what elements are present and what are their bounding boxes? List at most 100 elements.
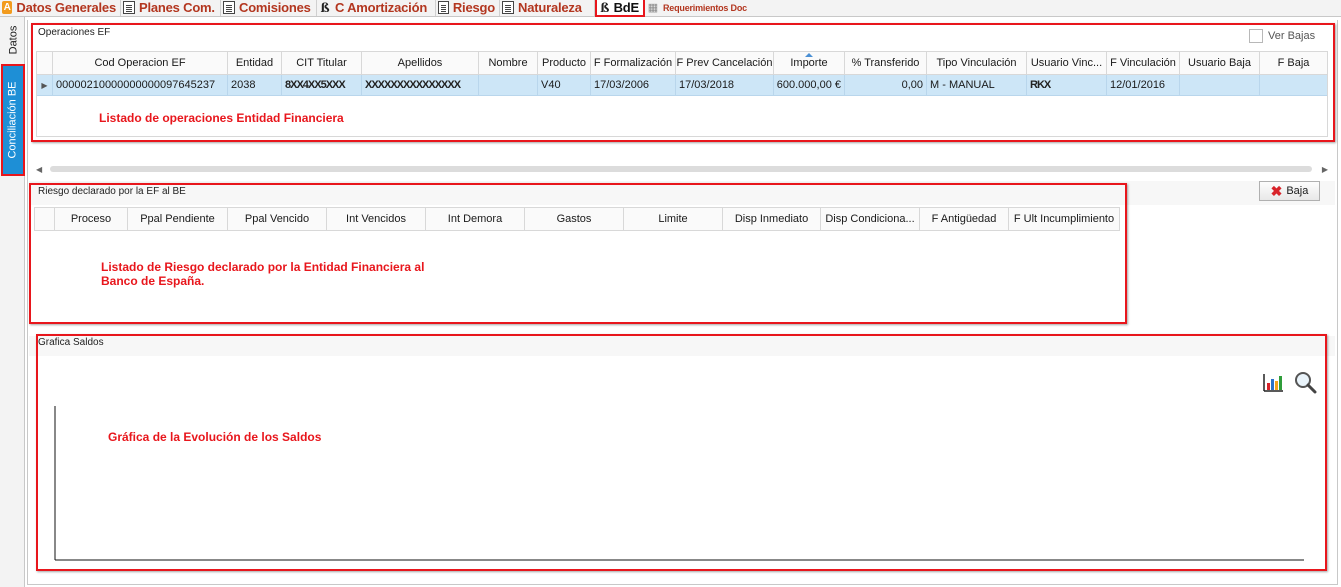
riesgo-grid: Proceso Ppal Pendiente Ppal Vencido Int … [34, 207, 1120, 231]
grafica-annotation: Gráfica de la Evolución de los Saldos [108, 430, 322, 444]
scroll-right-icon[interactable]: ▶ [1322, 165, 1328, 174]
column-header[interactable]: Apellidos [362, 52, 479, 74]
tab-comisiones[interactable]: Comisiones [221, 0, 317, 16]
scrollbar-thumb[interactable] [50, 166, 1312, 172]
column-header[interactable]: Nombre [479, 52, 538, 74]
tab-bde[interactable]: ß BdE [595, 0, 645, 17]
cell-apellidos[interactable]: XXXXXXXXXXXXXXX [362, 75, 479, 95]
operaciones-horizontal-scrollbar[interactable]: ◀ ▶ [36, 164, 1328, 174]
column-header[interactable]: Entidad [228, 52, 282, 74]
column-header[interactable]: Gastos [525, 208, 624, 230]
column-header[interactable]: F Baja [1260, 52, 1327, 74]
column-header[interactable]: F Antigüedad [920, 208, 1009, 230]
cell-usuario-baja[interactable] [1180, 75, 1260, 95]
document-icon [223, 1, 235, 14]
column-header[interactable]: Disp Inmediato [723, 208, 821, 230]
cell-transferido[interactable]: 0,00 [845, 75, 927, 95]
tab-label: Planes Com. [139, 0, 215, 15]
side-tab-conciliacion-be[interactable]: Conciliación BE [1, 64, 25, 176]
tab-requerimientos-doc[interactable]: ▦ Requerimientos Doc [645, 0, 763, 16]
column-header[interactable]: Tipo Vinculación [927, 52, 1027, 74]
riesgo-annotation-line1: Listado de Riesgo declarado por la Entid… [101, 260, 425, 274]
cell-f-prev-cancelacion[interactable]: 17/03/2018 [676, 75, 774, 95]
column-header[interactable]: F Vinculación [1107, 52, 1180, 74]
saldos-chart-svg [54, 406, 1304, 561]
column-header[interactable]: Ppal Pendiente [128, 208, 228, 230]
cell-cod-operacion[interactable]: 00000210000000000097645237 [53, 75, 228, 95]
cell-cit-titular[interactable]: 8XX4XX5XXX [282, 75, 362, 95]
beta-icon: ß [600, 0, 610, 15]
column-header[interactable]: Int Demora [426, 208, 525, 230]
tab-label: Riesgo [452, 0, 495, 15]
scroll-left-icon[interactable]: ◀ [36, 165, 42, 174]
tab-strip: A Datos Generales Planes Com. Comisiones… [0, 0, 1341, 17]
column-header[interactable]: Producto [538, 52, 591, 74]
column-header[interactable]: CIT Titular [282, 52, 362, 74]
document-icon [438, 1, 449, 14]
tab-label: C Amortización [335, 0, 428, 15]
cell-importe[interactable]: 600.000,00 € [774, 75, 845, 95]
saldos-chart [40, 358, 1320, 570]
column-header[interactable]: Int Vencidos [327, 208, 426, 230]
cell-producto[interactable]: V40 [538, 75, 591, 95]
cell-f-formalizacion[interactable]: 17/03/2006 [591, 75, 676, 95]
beta-icon: ß [320, 0, 330, 15]
tab-label: Comisiones [239, 0, 311, 15]
column-header[interactable]: % Transferido [845, 52, 927, 74]
tab-label: Requerimientos Doc [663, 2, 747, 13]
tab-c-amortizacion[interactable]: ß C Amortización [317, 0, 436, 16]
riesgo-header-band [29, 181, 1335, 205]
tab-naturaleza[interactable]: Naturaleza [500, 0, 595, 16]
riesgo-grid-header: Proceso Ppal Pendiente Ppal Vencido Int … [35, 208, 1119, 231]
operaciones-grid-header: Cod Operacion EF Entidad CIT Titular Ape… [37, 52, 1327, 75]
column-header[interactable]: F Prev Cancelación [676, 52, 774, 74]
column-header[interactable]: Usuario Vinc... [1027, 52, 1107, 74]
tab-riesgo[interactable]: Riesgo [436, 0, 500, 16]
operaciones-title: Operaciones EF [38, 27, 111, 38]
tab-datos-generales[interactable]: A Datos Generales [0, 0, 121, 16]
document-icon [502, 1, 514, 14]
column-header[interactable]: Usuario Baja [1180, 52, 1260, 74]
tab-label: Naturaleza [518, 0, 582, 15]
column-header[interactable]: Limite [624, 208, 723, 230]
calendar-icon: ▦ [647, 2, 659, 14]
tab-label: Datos Generales [16, 0, 116, 15]
tab-label: BdE [613, 0, 640, 15]
side-tab-strip: Datos Conciliación BE [0, 17, 25, 587]
panel-border-right [1337, 20, 1338, 585]
side-tab-datos[interactable]: Datos [2, 22, 24, 58]
document-icon [123, 1, 135, 14]
app-window: A Datos Generales Planes Com. Comisiones… [0, 0, 1341, 587]
table-row[interactable]: ▶ 00000210000000000097645237 2038 8XX4XX… [37, 75, 1327, 96]
grafica-title: Grafica Saldos [38, 337, 104, 348]
checkbox-box[interactable] [1249, 29, 1263, 43]
operaciones-annotation: Listado de operaciones Entidad Financier… [99, 111, 344, 125]
column-header[interactable]: Cod Operacion EF [53, 52, 228, 74]
cell-f-baja[interactable] [1260, 75, 1327, 95]
ver-bajas-label: Ver Bajas [1268, 30, 1316, 42]
ver-bajas-checkbox[interactable]: Ver Bajas [1249, 29, 1315, 43]
grafica-header-band [29, 336, 1335, 356]
column-header[interactable]: Ppal Vencido [228, 208, 327, 230]
riesgo-annotation-line2: Banco de España. [101, 274, 205, 288]
column-header[interactable]: Disp Condiciona... [821, 208, 920, 230]
datos-generales-icon: A [2, 1, 13, 14]
cell-f-vinculacion[interactable]: 12/01/2016 [1107, 75, 1180, 95]
side-tab-label: Conciliación BE [7, 81, 20, 159]
baja-button-label: Baja [1286, 185, 1309, 197]
tab-planes-com[interactable]: Planes Com. [121, 0, 221, 16]
column-header[interactable]: Proceso [55, 208, 128, 230]
delete-x-icon: ✖ [1270, 182, 1283, 199]
row-pointer-icon[interactable]: ▶ [37, 75, 53, 95]
row-selector-header [35, 208, 55, 230]
column-header[interactable]: F Formalización [591, 52, 676, 74]
cell-nombre[interactable] [479, 75, 538, 95]
column-header-sorted[interactable]: Importe [774, 52, 845, 74]
column-header[interactable]: F Ult Incumplimiento [1009, 208, 1119, 230]
cell-tipo-vinculacion[interactable]: M - MANUAL [927, 75, 1027, 95]
baja-button[interactable]: ✖ Baja [1259, 181, 1320, 201]
cell-usuario-vinc[interactable]: RKX [1027, 75, 1107, 95]
cell-entidad[interactable]: 2038 [228, 75, 282, 95]
panel-border-left [27, 20, 28, 585]
side-tab-label: Datos [7, 25, 19, 55]
